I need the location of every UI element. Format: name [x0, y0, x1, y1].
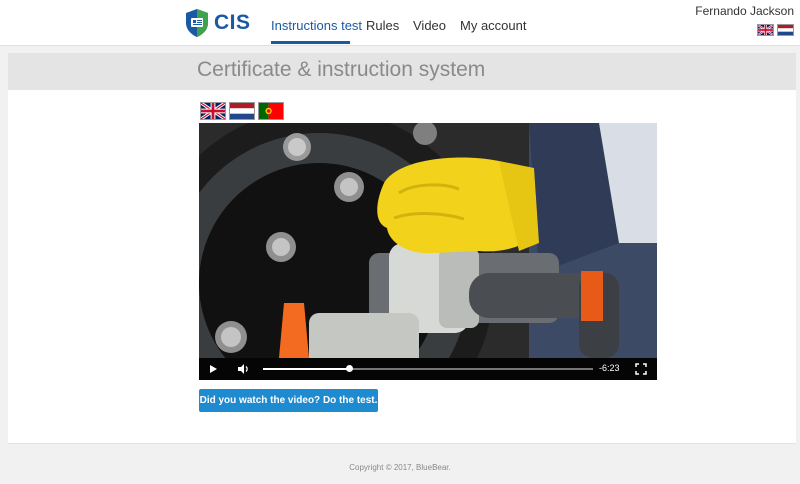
nav-rules[interactable]: Rules	[366, 18, 399, 33]
logo[interactable]: CIS	[186, 8, 251, 38]
video-controls: -6:23	[199, 358, 657, 380]
time-remaining: -6:23	[599, 363, 620, 373]
uk-flag-icon[interactable]	[200, 102, 226, 120]
title-banner: Certificate & instruction system	[8, 53, 796, 90]
top-navigation: CIS Instructions test Rules Video My acc…	[0, 0, 800, 46]
video-player[interactable]: -6:23	[199, 123, 657, 380]
video-frame	[199, 123, 657, 358]
timeline-scrubber[interactable]	[345, 365, 353, 372]
pt-flag-icon[interactable]	[258, 102, 284, 120]
nav-video[interactable]: Video	[413, 18, 446, 33]
main-content: Certificate & instruction system -6:23 D…	[8, 53, 796, 444]
footer-copyright: Copyright © 2017, BlueBear.	[349, 463, 451, 472]
shield-logo-icon	[186, 9, 208, 37]
active-nav-indicator	[271, 41, 350, 44]
take-test-button[interactable]: Did you watch the video? Do the test.	[199, 389, 378, 412]
nav-my-account[interactable]: My account	[460, 18, 526, 33]
nav-instructions-test[interactable]: Instructions test	[271, 18, 362, 33]
user-name[interactable]: Fernando Jackson	[695, 4, 794, 18]
play-icon[interactable]	[205, 361, 221, 377]
page-title: Certificate & instruction system	[197, 58, 486, 81]
logo-text: CIS	[214, 11, 251, 34]
language-selector	[200, 102, 284, 120]
volume-icon[interactable]	[235, 361, 251, 377]
nl-flag-icon[interactable]	[777, 24, 794, 36]
fullscreen-icon[interactable]	[633, 361, 649, 377]
video-timeline[interactable]	[263, 365, 593, 372]
timeline-progress	[263, 368, 349, 370]
nl-flag-icon[interactable]	[229, 102, 255, 120]
uk-flag-icon[interactable]	[757, 24, 774, 36]
